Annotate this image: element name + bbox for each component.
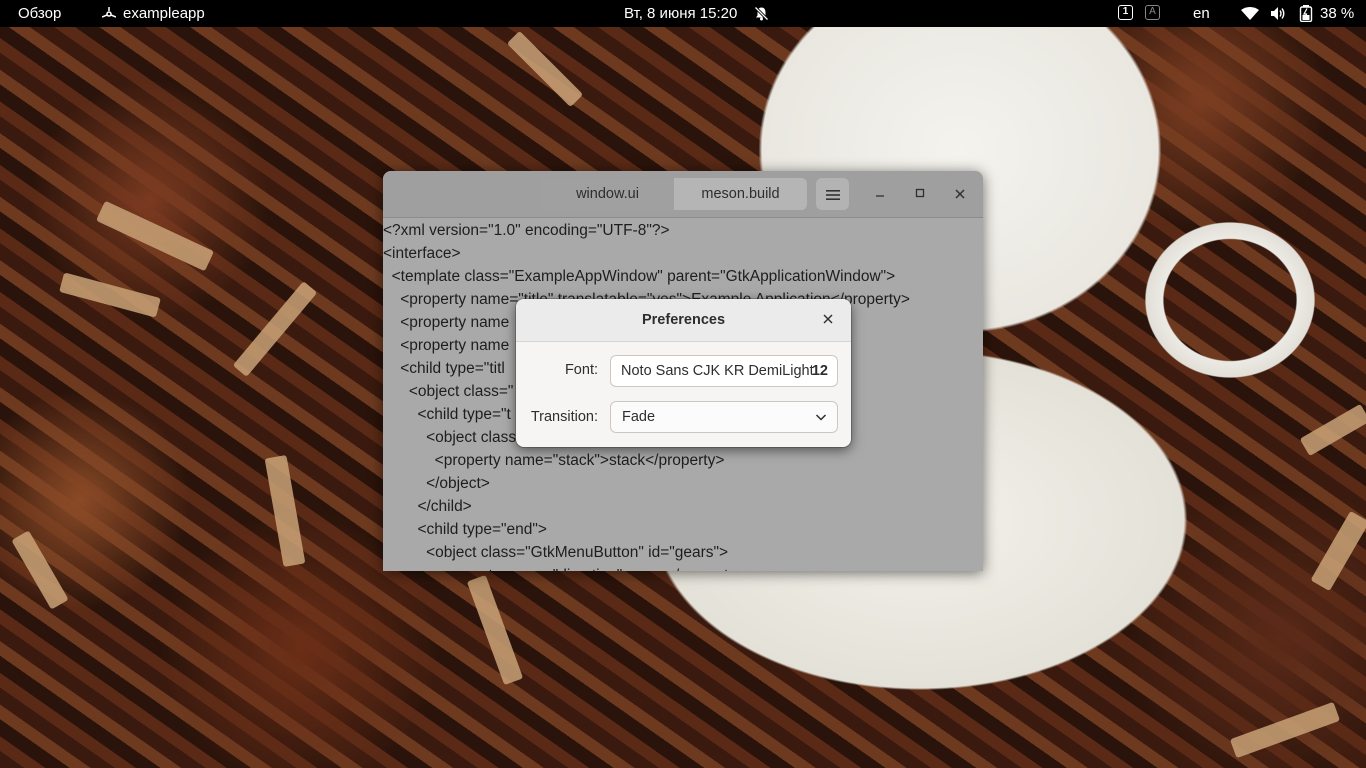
transition-dropdown[interactable]: Fade (610, 401, 838, 433)
maximize-button[interactable] (909, 183, 931, 205)
app-icon (102, 6, 116, 18)
code-line: <interface> (383, 245, 461, 262)
wallpaper-chip (264, 454, 306, 568)
workspace-indicator-2[interactable]: A (1145, 5, 1160, 20)
wallpaper-chip (466, 574, 524, 686)
minimize-icon (876, 195, 884, 197)
close-button[interactable] (949, 183, 971, 205)
bell-muted-icon[interactable] (754, 6, 769, 21)
battery-icon[interactable] (1299, 5, 1313, 22)
font-name: Noto Sans CJK KR DemiLight (621, 363, 814, 379)
chevron-down-icon (815, 414, 827, 421)
font-size: 12 (811, 363, 828, 379)
wallpaper-chip (506, 30, 584, 108)
code-line: <?xml version="1.0" encoding="UTF-8"?> (383, 222, 670, 239)
code-line: <template class="ExampleAppWindow" paren… (383, 268, 896, 285)
minimize-button[interactable] (869, 183, 891, 205)
wallpaper-chip (1310, 510, 1366, 592)
volume-icon[interactable] (1270, 6, 1286, 21)
wallpaper-chip (59, 272, 161, 318)
clock-button[interactable]: Вт, 8 июня 15:20 (624, 0, 737, 27)
wallpaper-chip (11, 530, 69, 610)
code-line: <property name="stack">stack</property> (383, 452, 725, 469)
app-menu-button[interactable]: exampleapp (102, 0, 205, 27)
battery-percentage: 38 % (1320, 5, 1355, 22)
wallpaper-chip (232, 281, 318, 377)
close-icon (955, 189, 965, 199)
code-line: </object> (383, 475, 490, 492)
font-chooser-button[interactable]: Noto Sans CJK KR DemiLight 12 (610, 355, 838, 387)
preferences-dialog: Preferences Font: Noto Sans CJK KR DemiL… (516, 299, 851, 447)
dialog-title: Preferences (641, 312, 726, 328)
code-line: <property name="direction">none</propert… (383, 564, 983, 571)
keyboard-layout-button[interactable]: en (1193, 0, 1210, 27)
transition-value: Fade (622, 409, 656, 425)
activities-button[interactable]: Обзор (18, 0, 61, 27)
code-line: </child> (383, 498, 472, 515)
maximize-icon (915, 188, 925, 198)
code-line: <child type="end"> (383, 521, 547, 538)
tab-meson-build[interactable]: meson.build (674, 178, 807, 210)
dialog-close-button[interactable] (817, 309, 839, 331)
code-line: <object class="GtkMenuButton" id="gears"… (383, 544, 729, 561)
tab-window-ui[interactable]: window.ui (541, 178, 674, 210)
wallpaper-chip (1229, 701, 1341, 759)
dialog-header: Preferences (516, 299, 851, 342)
workspace-indicator-1[interactable]: 1 (1118, 5, 1133, 20)
stack-switcher: window.ui meson.build (541, 178, 807, 210)
wifi-icon[interactable] (1241, 7, 1259, 20)
wallpaper-chip (95, 200, 215, 272)
wallpaper-chip (1299, 403, 1366, 457)
top-bar: Обзор exampleapp Вт, 8 июня 15:20 1 A en… (0, 0, 1366, 27)
close-icon (823, 314, 833, 324)
transition-label: Transition: (530, 409, 598, 425)
font-label: Font: (564, 362, 598, 378)
app-name-label: exampleapp (123, 5, 205, 22)
gears-menu-button[interactable] (816, 178, 849, 210)
header-bar: window.ui meson.build (383, 171, 983, 218)
hamburger-icon (825, 189, 840, 200)
